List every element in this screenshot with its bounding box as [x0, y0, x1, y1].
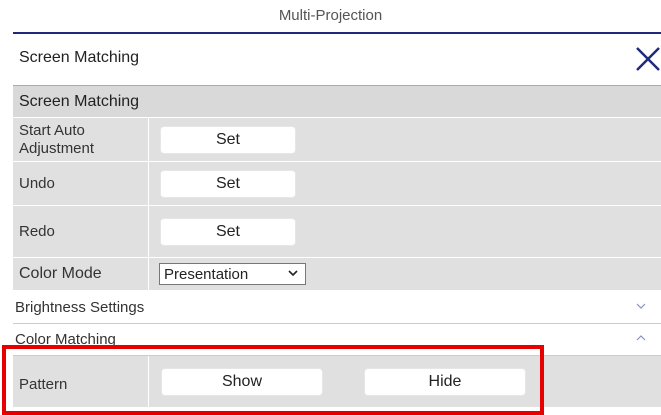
section-title: Screen Matching — [19, 93, 140, 110]
row-start-auto-adjustment: Start Auto Adjustment Set — [13, 118, 661, 162]
pattern-show-button[interactable]: Show — [161, 368, 323, 396]
section-heading: Screen Matching — [13, 86, 661, 118]
color-mode-select[interactable]: Presentation — [159, 263, 306, 285]
redo-set-button[interactable]: Set — [160, 218, 296, 246]
chevron-down-icon — [636, 303, 646, 309]
chevron-up-icon — [636, 335, 646, 341]
start-auto-adjustment-set-button[interactable]: Set — [160, 126, 296, 154]
color-mode-value: Presentation — [164, 266, 249, 283]
color-matching-title: Color Matching — [15, 331, 116, 348]
window-title: Multi-Projection — [278, 7, 383, 24]
brightness-settings-toggle[interactable]: Brightness Settings — [13, 292, 661, 324]
close-icon — [636, 47, 660, 71]
screen-matching-panel: Screen Matching Screen Matching Start Au… — [13, 32, 661, 408]
start-auto-adjustment-label: Start Auto Adjustment — [19, 122, 95, 157]
pattern-label: Pattern — [19, 376, 68, 393]
row-redo: Redo Set — [13, 206, 661, 258]
chevron-down-icon — [288, 270, 298, 277]
panel-title: Screen Matching — [19, 49, 140, 66]
brightness-settings-title: Brightness Settings — [15, 299, 145, 316]
row-undo: Undo Set — [13, 162, 661, 206]
close-button[interactable] — [631, 42, 661, 76]
undo-set-button[interactable]: Set — [160, 170, 296, 198]
row-pattern: Pattern Show Hide — [13, 356, 661, 408]
undo-label: Undo — [19, 175, 55, 192]
panel-header: Screen Matching — [13, 32, 661, 86]
color-mode-label: Color Mode — [19, 265, 102, 282]
pattern-hide-button[interactable]: Hide — [364, 368, 526, 396]
color-matching-toggle[interactable]: Color Matching — [13, 324, 661, 356]
redo-label: Redo — [19, 223, 55, 240]
row-color-mode: Color Mode Presentation — [13, 258, 661, 291]
